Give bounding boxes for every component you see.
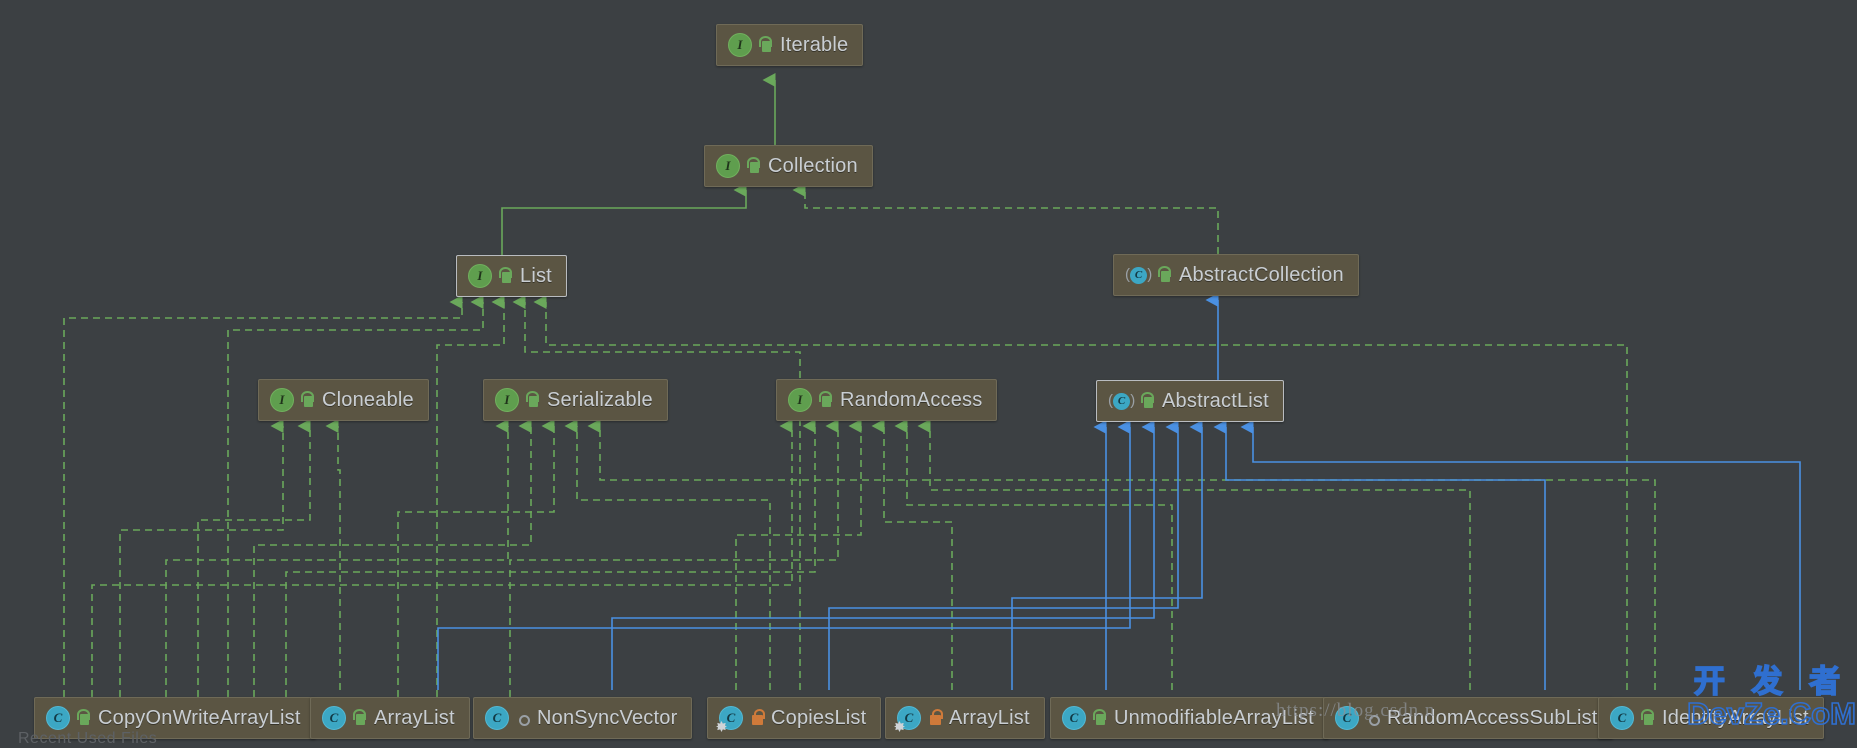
class-icon: C	[1062, 706, 1086, 730]
public-lock-icon	[819, 391, 833, 409]
interface-icon: I	[495, 388, 519, 412]
public-lock-icon	[747, 157, 761, 175]
node-label: UnmodifiableArrayList	[1114, 706, 1314, 729]
node-copieslist[interactable]: C CopiesList	[707, 697, 882, 739]
private-lock-icon	[928, 709, 943, 727]
node-label: RandomAccess	[840, 388, 983, 411]
interface-icon: I	[788, 388, 812, 412]
node-unmodifiablearraylist[interactable]: C UnmodifiableArrayList	[1050, 697, 1329, 739]
public-lock-icon	[759, 36, 773, 54]
node-label: Collection	[768, 154, 858, 177]
public-lock-icon	[1093, 709, 1107, 727]
interface-icon: I	[468, 264, 492, 288]
watermark-brand-cn: 开 发 者	[1693, 664, 1850, 699]
node-cloneable[interactable]: I Cloneable	[258, 379, 429, 421]
node-serializable[interactable]: I Serializable	[483, 379, 668, 421]
nested-class-icon: C	[719, 706, 743, 730]
node-identityarraylist[interactable]: C IdentityArrayList	[1598, 697, 1824, 739]
node-iterable[interactable]: I Iterable	[716, 24, 864, 66]
interface-icon: I	[728, 33, 752, 57]
interface-icon: I	[716, 154, 740, 178]
class-icon: C	[46, 706, 70, 730]
public-lock-icon	[499, 267, 513, 285]
node-label: AbstractCollection	[1179, 263, 1344, 286]
public-lock-icon	[353, 709, 367, 727]
public-lock-icon	[301, 391, 315, 409]
node-label: IdentityArrayList	[1662, 706, 1809, 729]
node-label: Serializable	[547, 388, 653, 411]
package-private-icon	[516, 709, 530, 727]
node-abstract-list[interactable]: (C) AbstractList	[1096, 380, 1284, 422]
node-collection[interactable]: I Collection	[704, 145, 873, 187]
node-nonsyncvector[interactable]: C NonSyncVector	[473, 697, 693, 739]
node-label: List	[520, 264, 552, 287]
edge-layer	[63, 73, 1801, 697]
uml-diagram-canvas[interactable]: I Iterable I Collection I List (C) Abstr…	[0, 0, 1857, 747]
package-private-icon	[1366, 709, 1380, 727]
node-label: Iterable	[780, 33, 849, 56]
node-label: ArrayList	[949, 706, 1030, 729]
class-icon: C	[322, 706, 346, 730]
node-list[interactable]: I List	[456, 255, 567, 297]
node-abstract-collection[interactable]: (C) AbstractCollection	[1113, 254, 1359, 296]
node-copyonwritearraylist[interactable]: C CopyOnWriteArrayList	[34, 697, 316, 739]
nested-class-icon: C	[897, 706, 921, 730]
public-lock-icon	[526, 391, 540, 409]
node-label: RandomAccessSubList	[1387, 706, 1598, 729]
node-arraylist-private[interactable]: C ArrayList	[885, 697, 1045, 739]
node-randomaccesssublist[interactable]: C RandomAccessSubList	[1323, 697, 1613, 739]
node-random-access[interactable]: I RandomAccess	[776, 379, 998, 421]
node-label: ArrayList	[374, 706, 455, 729]
node-label: CopyOnWriteArrayList	[98, 706, 301, 729]
interface-icon: I	[270, 388, 294, 412]
abstract-class-icon: (C)	[1125, 266, 1153, 284]
class-icon: C	[1610, 706, 1634, 730]
public-lock-icon	[1141, 392, 1155, 410]
node-arraylist-public[interactable]: C ArrayList	[310, 697, 470, 739]
public-lock-icon	[1641, 709, 1655, 727]
node-label: NonSyncVector	[537, 706, 678, 729]
node-label: Cloneable	[322, 388, 414, 411]
node-label: AbstractList	[1162, 389, 1269, 412]
public-lock-icon	[77, 709, 91, 727]
node-label: CopiesList	[771, 706, 867, 729]
abstract-class-icon: (C)	[1108, 392, 1136, 410]
public-lock-icon	[1158, 266, 1172, 284]
class-icon: C	[1335, 706, 1359, 730]
private-lock-icon	[750, 709, 765, 727]
class-icon: C	[485, 706, 509, 730]
